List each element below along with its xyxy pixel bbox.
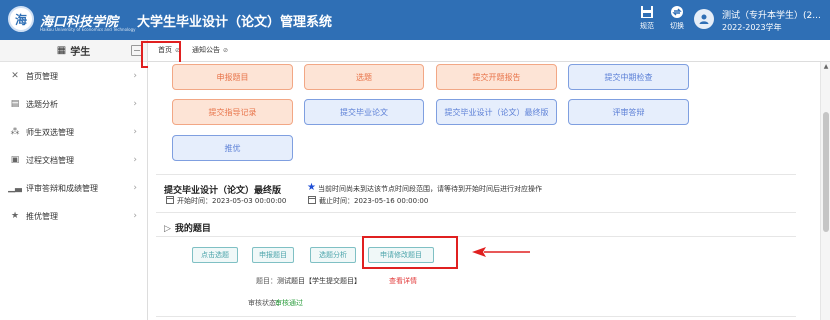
- chevron-right-icon: ›: [133, 99, 137, 109]
- school-subtitle: Haikou University of Economics and Techn…: [40, 27, 136, 32]
- sidebar-item-home[interactable]: ✕ 首页管理 ›: [0, 62, 147, 90]
- sidebar-item-topic-analysis[interactable]: ▤ 选题分析 ›: [0, 90, 147, 118]
- student-icon: ▦: [56, 45, 67, 56]
- declare-topic-button[interactable]: 申报题目: [172, 64, 293, 90]
- sidebar-item-process-docs[interactable]: ▣ 过程文档管理 ›: [0, 146, 147, 174]
- submit-guidance-record-button[interactable]: 提交指导记录: [172, 99, 293, 125]
- recommend-button[interactable]: 推优: [172, 135, 293, 161]
- arrow-left-icon: [472, 247, 530, 257]
- tools-icon: ✕: [11, 71, 19, 81]
- scroll-up-icon[interactable]: ▲: [823, 64, 829, 70]
- tab-bar: 首页 ⊘ 通知公告 ⊘: [148, 40, 830, 62]
- document-icon: ▣: [10, 155, 20, 165]
- calendar-icon: [308, 196, 316, 204]
- chevron-right-icon: ›: [133, 183, 137, 193]
- app-header: 海 海口科技学院 Haikou University of Economics …: [0, 0, 830, 40]
- section-title-my-topic: ▷ 我的题目: [164, 224, 211, 234]
- sidebar: ▦ 学生 ✕ 首页管理 › ▤ 选题分析 › ⁂ 师生双选管理 › ▣ 过程文档…: [0, 40, 148, 320]
- user-name[interactable]: 测试（专升本学生）(2...: [722, 8, 827, 21]
- select-topic-button[interactable]: 选题: [304, 64, 424, 90]
- declare-topic-small-button[interactable]: 申报题目: [252, 247, 294, 263]
- school-logo: 海: [8, 6, 34, 32]
- triangle-right-icon: ▷: [164, 224, 171, 234]
- end-time: 截止时间：2023-05-16 00:00:00: [308, 196, 428, 206]
- divider: [156, 316, 796, 317]
- close-tab-icon[interactable]: ⊘: [223, 47, 228, 54]
- notice-message: 当前时间尚未到达该节点时间段范围，请等待到开始时间后进行对应操作: [318, 185, 542, 193]
- submit-thesis-button[interactable]: 提交毕业论文: [304, 99, 424, 125]
- start-time: 开始时间：2023-05-03 00:00:00: [166, 196, 286, 206]
- system-title: 大学生毕业设计（论文）管理系统: [137, 15, 333, 30]
- submit-final-thesis-button[interactable]: 提交毕业设计（论文）最终版: [436, 99, 557, 125]
- users-icon: ⁂: [10, 127, 20, 137]
- chevron-right-icon: ›: [133, 127, 137, 137]
- notice-title: 提交毕业设计（论文）最终版: [164, 186, 282, 196]
- divider: [156, 236, 796, 237]
- submit-midterm-button[interactable]: 提交中期检查: [568, 64, 689, 90]
- vertical-scrollbar[interactable]: ▲: [820, 62, 830, 320]
- spec-button[interactable]: 规范: [632, 5, 662, 35]
- sidebar-header: ▦ 学生: [0, 40, 147, 62]
- chevron-right-icon: ›: [133, 71, 137, 81]
- sidebar-item-recommend[interactable]: ★ 推优管理 ›: [0, 202, 147, 230]
- topic-value: 测试题目【学生提交题目】: [277, 277, 361, 285]
- divider: [156, 212, 796, 213]
- tab-notices[interactable]: 通知公告 ⊘: [192, 45, 228, 55]
- save-icon: [641, 6, 653, 18]
- topic-label: 题目：: [256, 277, 277, 285]
- chevron-right-icon: ›: [133, 155, 137, 165]
- sidebar-item-mutual-selection[interactable]: ⁂ 师生双选管理 ›: [0, 118, 147, 146]
- highlight-box-modify-topic: [362, 236, 458, 269]
- bar-chart-icon: ▁▃: [8, 183, 22, 193]
- submit-proposal-button[interactable]: 提交开题报告: [436, 64, 557, 90]
- review-defense-button[interactable]: 评审答辩: [568, 99, 689, 125]
- click-select-topic-button[interactable]: 点击选题: [192, 247, 238, 263]
- sidebar-item-review-grades[interactable]: ▁▃ 评审答辩和成绩管理 ›: [0, 174, 147, 202]
- academic-year: 2022-2023学年: [722, 23, 782, 32]
- divider: [156, 174, 796, 175]
- avatar[interactable]: [694, 9, 714, 29]
- calendar-icon: [166, 196, 174, 204]
- topic-analysis-button[interactable]: 选题分析: [310, 247, 356, 263]
- user-icon: [699, 14, 709, 24]
- chevron-right-icon: ›: [133, 211, 137, 221]
- star-icon: ★: [10, 211, 20, 221]
- chart-icon: ▤: [10, 99, 20, 109]
- switch-button[interactable]: 切换: [662, 5, 692, 35]
- scroll-thumb[interactable]: [823, 112, 829, 232]
- status-badge: 审核通过: [275, 299, 303, 307]
- star-icon: ★: [307, 182, 316, 193]
- view-details-link[interactable]: 查看详情: [389, 276, 417, 286]
- switch-icon: [671, 6, 683, 18]
